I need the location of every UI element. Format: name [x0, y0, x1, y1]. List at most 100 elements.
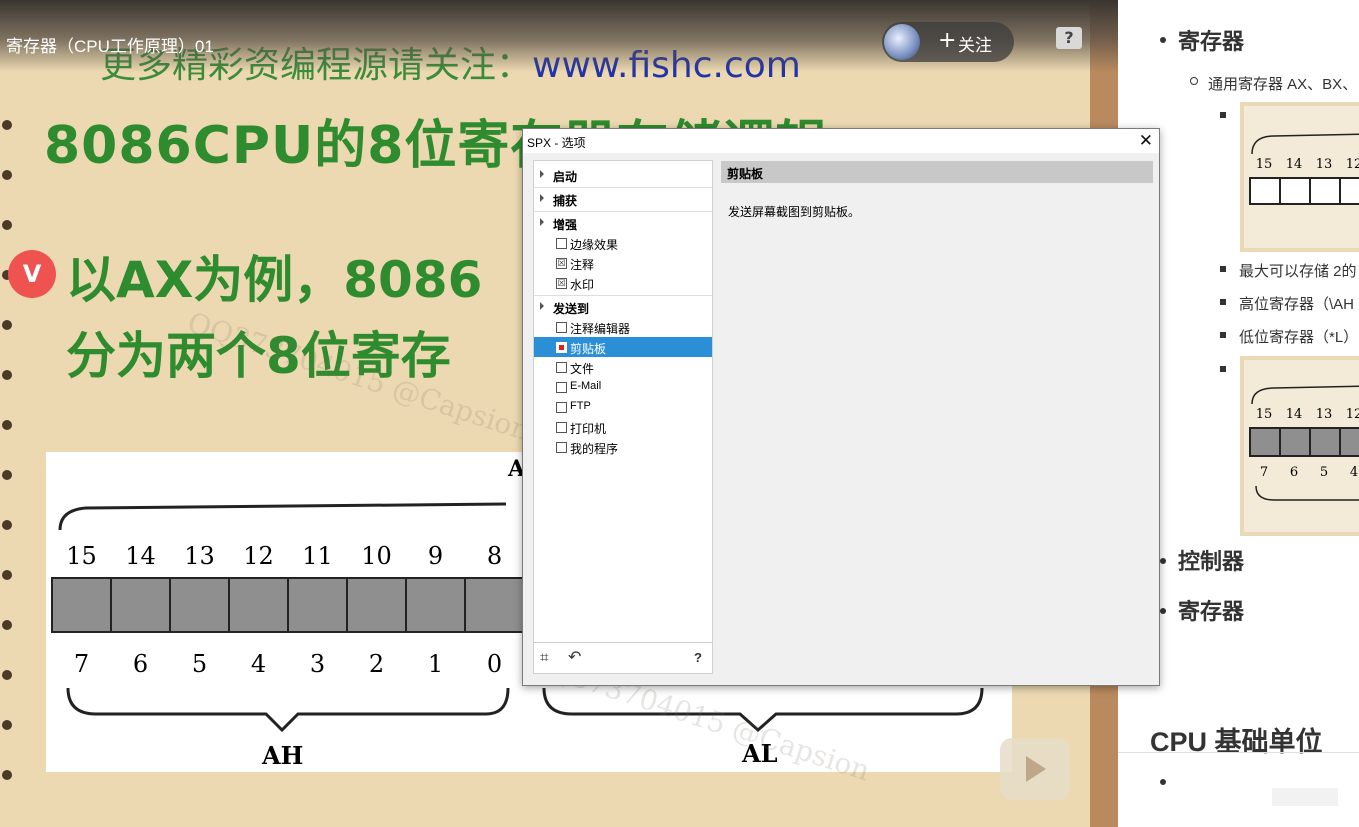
bit-number-4: 4 — [251, 650, 266, 678]
register-cell — [1279, 177, 1311, 205]
chevron-right-icon[interactable] — [540, 170, 544, 178]
bit-number-15: 15 — [1256, 157, 1273, 172]
crop-icon[interactable]: ⌗ — [540, 649, 548, 666]
bit-number-15: 15 — [66, 542, 97, 570]
close-icon[interactable]: ✕ — [1139, 131, 1153, 151]
bit-number-13: 13 — [1316, 407, 1333, 422]
checkbox[interactable] — [556, 442, 567, 453]
checkbox-checked[interactable]: ☒ — [556, 278, 567, 289]
checkbox[interactable] — [556, 402, 567, 413]
divider — [1118, 752, 1359, 753]
checkbox[interactable] — [556, 362, 567, 373]
divider — [534, 211, 712, 212]
divider — [534, 295, 712, 296]
bullet-icon — [1160, 37, 1166, 43]
placeholder-block — [1272, 788, 1338, 806]
register-cell — [1339, 427, 1359, 457]
tree-label: 打印机 — [570, 422, 607, 436]
tree-item-email[interactable]: E-Mail — [534, 377, 712, 397]
notes-line-low: 低位寄存器（*L） — [1239, 329, 1359, 346]
bit-number-13: 13 — [184, 542, 215, 570]
follow-label: 关注 — [958, 36, 992, 56]
tree-label: 水印 — [570, 278, 595, 292]
bit-number-5: 5 — [1320, 465, 1328, 480]
chevron-right-icon[interactable] — [540, 218, 544, 226]
help-icon[interactable]: ? — [1056, 27, 1082, 49]
tree-label: 文件 — [570, 362, 595, 376]
bit-number-11: 11 — [302, 542, 333, 570]
follow-button[interactable]: + 关注 — [882, 22, 1014, 62]
checkbox[interactable] — [556, 238, 567, 249]
bullet-icon — [1220, 299, 1226, 305]
bit-numbers-low: 7 6 5 4 3 2 1 0 — [74, 650, 502, 678]
tree-label: 我的程序 — [570, 442, 619, 456]
checkbox-radio-selected[interactable] — [556, 342, 567, 353]
notes-item-registers-2: 寄存器 — [1178, 599, 1245, 624]
register-cell — [464, 577, 525, 633]
notes-heading-cpu-units: CPU 基础单位 — [1150, 727, 1323, 757]
bit-number-1: 1 — [428, 650, 443, 678]
bit-number-0: 0 — [487, 650, 502, 678]
tree-item-file[interactable]: 文件 — [534, 357, 712, 377]
checkbox[interactable] — [556, 422, 567, 433]
undo-icon[interactable]: ↶ — [568, 647, 581, 667]
tree-label: FTP — [570, 400, 591, 412]
bit-number-14: 14 — [1286, 407, 1303, 422]
tree-section-capture[interactable]: 捕获 — [534, 189, 712, 209]
chevron-right-icon[interactable] — [540, 194, 544, 202]
bit-number-14: 14 — [1286, 157, 1303, 172]
bit-number-8: 8 — [487, 542, 502, 570]
bit-number-12: 12 — [243, 542, 274, 570]
tree-item-annotation[interactable]: ☒ 注释 — [534, 253, 712, 273]
bit-number-3: 3 — [310, 650, 325, 678]
tree-item-edge-effect[interactable]: 边缘效果 — [534, 233, 712, 253]
avatar[interactable] — [884, 24, 920, 60]
tree-label: E-Mail — [570, 380, 602, 392]
dialog-titlebar[interactable]: SPX - 选项 ✕ — [523, 129, 1159, 153]
tree-section-enhance[interactable]: 增强 — [534, 213, 712, 233]
tree-section-startup[interactable]: 启动 — [534, 165, 712, 185]
divider — [534, 187, 712, 188]
register-cell — [1339, 177, 1359, 205]
play-button[interactable] — [1000, 738, 1070, 800]
notes-figure-1-svg: 15 14 13 12 — [1249, 133, 1359, 205]
bit-number-13: 13 — [1316, 157, 1333, 172]
register-cell — [1249, 177, 1281, 205]
tree-item-printer[interactable]: 打印机 — [534, 417, 712, 437]
register-cell — [287, 577, 348, 633]
register-cell — [169, 577, 230, 633]
checkbox[interactable] — [556, 382, 567, 393]
video-title: 寄存器（CPU工作原理）01 — [6, 37, 214, 56]
tree-item-clipboard[interactable]: 剪贴板 — [534, 337, 712, 357]
tree-label: 捕获 — [553, 194, 578, 208]
tree-item-my-program[interactable]: 我的程序 — [534, 437, 712, 457]
bullet-icon — [1190, 77, 1198, 85]
spx-options-dialog[interactable]: SPX - 选项 ✕ 启动 捕获 增强 边缘效果 ☒ 注释 ☒ 水印 发送到 注… — [522, 128, 1160, 686]
bit-number-7: 7 — [74, 650, 89, 678]
notes-item-registers: 寄存器 — [1178, 29, 1245, 54]
bit-number-10: 10 — [361, 542, 392, 570]
bit-number-12: 12 — [1346, 157, 1359, 172]
register-cell — [51, 577, 112, 633]
bullet-icon — [1220, 112, 1226, 118]
options-tree[interactable]: 启动 捕获 增强 边缘效果 ☒ 注释 ☒ 水印 发送到 注释编辑器 剪贴板 文件… — [533, 160, 713, 644]
checkbox[interactable] — [556, 322, 567, 333]
bit-numbers-high: 15 14 13 12 11 10 9 8 — [66, 542, 502, 570]
slide-line-1: 以AX为例，8086 — [66, 251, 483, 309]
checkbox-checked[interactable]: ☒ — [556, 258, 567, 269]
tree-label: 发送到 — [553, 302, 590, 316]
bullet-icon — [1220, 266, 1226, 272]
bullet-icon — [1220, 332, 1226, 338]
tree-item-ftp[interactable]: FTP — [534, 397, 712, 417]
bullet-icon — [1160, 779, 1166, 785]
notes-figure-2: 15 14 13 12 7 6 5 4 — [1240, 356, 1359, 536]
tree-label: 注释编辑器 — [570, 322, 631, 336]
chevron-right-icon[interactable] — [540, 302, 544, 310]
tree-item-watermark[interactable]: ☒ 水印 — [534, 273, 712, 293]
register-cell — [110, 577, 171, 633]
tree-item-annotation-editor[interactable]: 注释编辑器 — [534, 317, 712, 337]
bit-number-4: 4 — [1350, 465, 1358, 480]
tree-section-send-to[interactable]: 发送到 — [534, 297, 712, 317]
help-icon[interactable]: ? — [694, 650, 702, 665]
bit-number-15: 15 — [1256, 407, 1273, 422]
